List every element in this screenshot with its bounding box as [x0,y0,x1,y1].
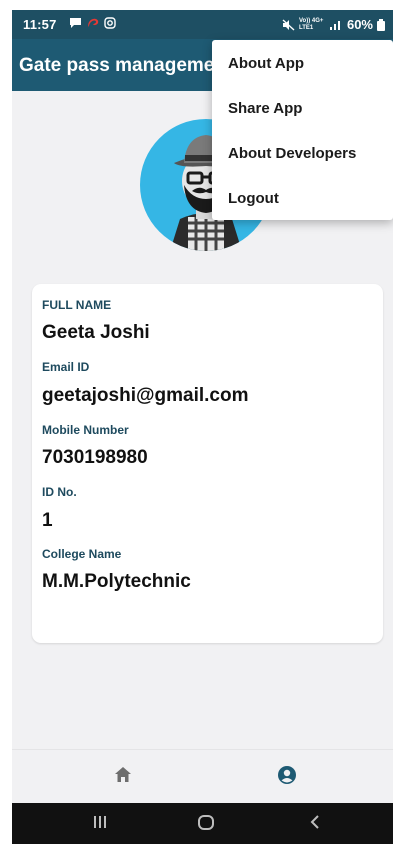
message-icon [70,18,81,28]
menu-item-share-app[interactable]: Share App [228,100,302,117]
battery-icon [377,18,385,31]
status-bar: 11:57 Vo)) 4G+ LTE1 60% [12,10,393,39]
mobile-value: 7030198980 [42,447,148,468]
account-circle-icon[interactable] [277,765,297,785]
id-label: ID No. [42,485,77,499]
signal-icon [329,20,340,30]
recents-icon[interactable] [92,813,108,831]
back-icon[interactable] [309,813,321,831]
college-value: M.M.Polytechnic [42,571,191,592]
menu-item-logout[interactable]: Logout [228,190,279,207]
status-time: 11:57 [23,17,57,32]
app-title: Gate pass manageme [19,55,215,76]
mute-icon [282,18,295,31]
system-status-icons: Vo)) 4G+ LTE1 60% [282,17,385,32]
college-label: College Name [42,547,122,561]
overflow-menu: About App Share App About Developers Log… [212,40,393,220]
email-value: geetajoshi@gmail.com [42,385,249,406]
full-name-label: FULL NAME [42,298,112,312]
email-label: Email ID [42,360,90,374]
mobile-label: Mobile Number [42,423,129,437]
instagram-icon [104,17,116,29]
battery-percent: 60% [346,17,373,32]
profile-card: FULL NAME Geeta Joshi Email ID geetajosh… [32,284,383,643]
system-navigation-bar [12,803,393,844]
full-name-value: Geeta Joshi [42,322,150,343]
id-value: 1 [42,510,53,531]
app-screen: 11:57 Vo)) 4G+ LTE1 60% Gate pass manage… [12,10,393,844]
menu-item-about-app[interactable]: About App [228,55,304,72]
airtel-icon [88,18,99,27]
menu-item-about-developers[interactable]: About Developers [228,145,356,162]
network-type-label: Vo)) 4G+ LTE1 [298,17,324,31]
home-icon[interactable] [114,766,132,783]
home-circle-icon[interactable] [197,813,215,831]
bottom-navigation [12,749,393,803]
notification-icons [69,17,116,29]
